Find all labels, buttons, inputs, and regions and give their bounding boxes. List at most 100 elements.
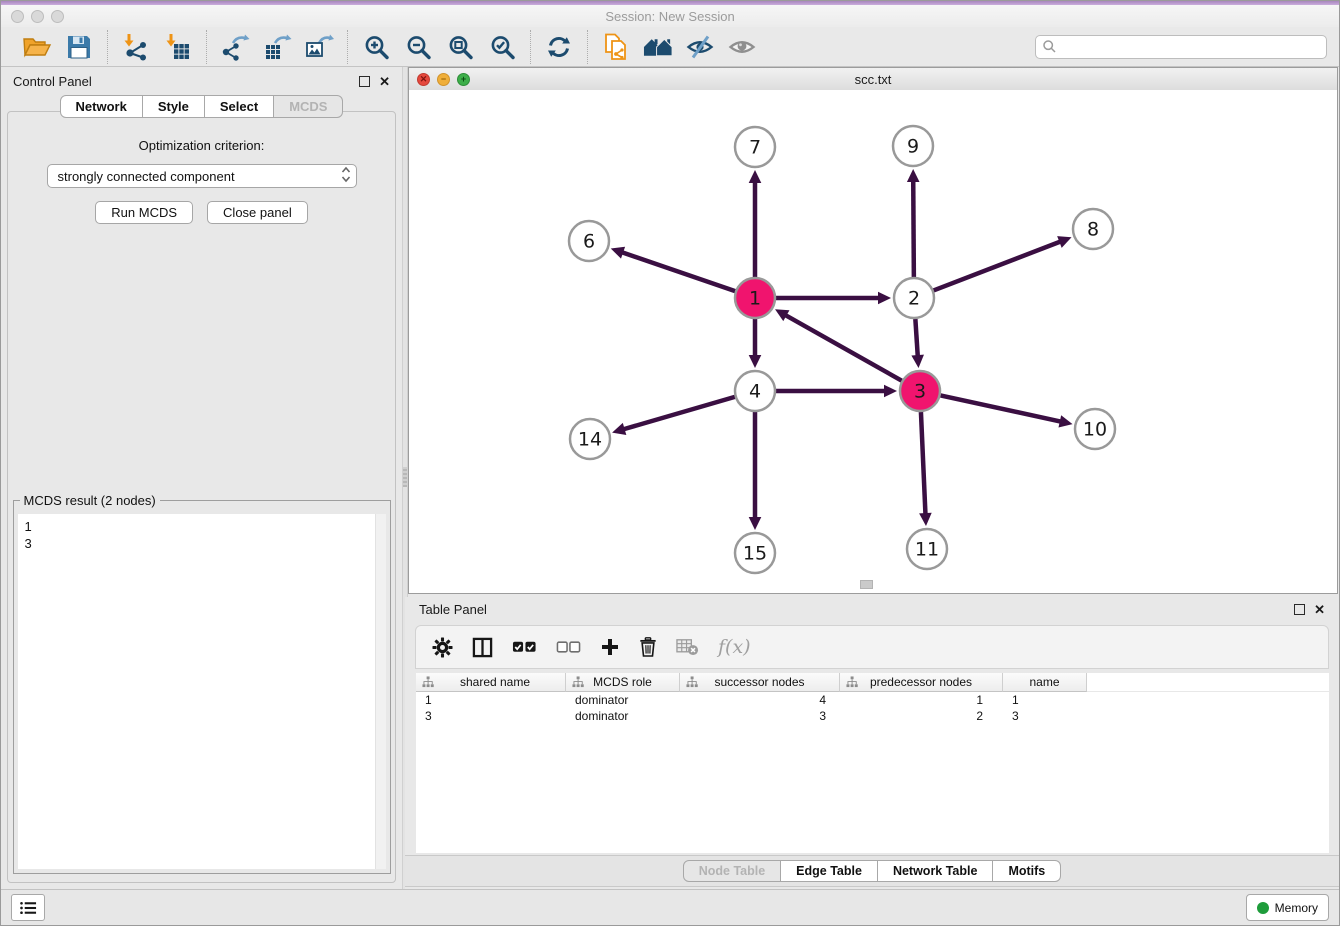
tab-network-table[interactable]: Network Table bbox=[878, 860, 994, 882]
cell-shared-name[interactable]: 1 bbox=[416, 693, 566, 707]
canvas-resize-handle[interactable] bbox=[860, 580, 873, 589]
table-settings-gear-icon[interactable] bbox=[432, 637, 453, 658]
cell-name[interactable]: 1 bbox=[1003, 693, 1087, 707]
export-network-icon[interactable] bbox=[218, 31, 252, 63]
optimization-criterion-label: Optimization criterion: bbox=[139, 138, 265, 153]
tab-style[interactable]: Style bbox=[143, 95, 205, 118]
criterion-select[interactable]: strongly connected component bbox=[47, 164, 357, 188]
cell-name[interactable]: 3 bbox=[1003, 709, 1087, 723]
graph-edge-arrowhead bbox=[884, 385, 897, 398]
memory-button[interactable]: Memory bbox=[1246, 894, 1329, 921]
search-input[interactable] bbox=[1061, 39, 1320, 55]
import-network-icon[interactable] bbox=[119, 31, 153, 63]
network-graph[interactable]: 7968124314101511 bbox=[409, 90, 1337, 593]
new-network-from-selection-icon[interactable] bbox=[599, 31, 633, 63]
graph-edge-1-6[interactable] bbox=[621, 252, 735, 291]
network-minimize-button[interactable]: − bbox=[437, 73, 450, 86]
column-header-successor-nodes[interactable]: successor nodes bbox=[680, 673, 840, 692]
zoom-window-button[interactable] bbox=[51, 10, 64, 23]
graph-edge-3-1[interactable] bbox=[785, 315, 902, 381]
show-all-eye-icon[interactable] bbox=[725, 31, 759, 63]
function-builder-fx-icon[interactable]: f(x) bbox=[718, 636, 751, 658]
close-panel-button[interactable]: Close panel bbox=[207, 201, 308, 224]
splitter-handle[interactable] bbox=[403, 467, 407, 487]
graph-edge-arrowhead bbox=[919, 513, 932, 526]
export-image-icon[interactable] bbox=[302, 31, 336, 63]
graph-edge-2-3[interactable] bbox=[915, 319, 917, 357]
column-header-name[interactable]: name bbox=[1003, 673, 1087, 692]
graph-edge-4-14[interactable] bbox=[623, 397, 735, 430]
control-panel-title: Control Panel bbox=[13, 74, 92, 89]
deselect-all-rows-icon[interactable] bbox=[556, 640, 581, 654]
tab-motifs[interactable]: Motifs bbox=[993, 860, 1061, 882]
app-titlebar: Session: New Session bbox=[1, 5, 1339, 27]
control-panel-tabs: Network Style Select MCDS bbox=[1, 95, 402, 118]
graph-edge-arrowhead bbox=[749, 355, 762, 368]
column-header-mcds-role[interactable]: MCDS role bbox=[566, 673, 680, 692]
graph-node-label-9: 9 bbox=[907, 136, 919, 158]
toolbar-group-refresh bbox=[530, 30, 587, 64]
tab-node-table[interactable]: Node Table bbox=[683, 860, 781, 882]
graph-node-label-10: 10 bbox=[1083, 419, 1107, 441]
graph-edge-2-8[interactable] bbox=[934, 241, 1062, 290]
cell-mcds-role[interactable]: dominator bbox=[566, 709, 680, 723]
zoom-selected-icon[interactable] bbox=[485, 31, 519, 63]
cell-successor-nodes[interactable]: 3 bbox=[680, 709, 840, 723]
memory-label: Memory bbox=[1275, 901, 1318, 915]
list-icon bbox=[20, 901, 37, 915]
first-neighbors-icon[interactable] bbox=[641, 31, 675, 63]
graph-edge-3-10[interactable] bbox=[941, 395, 1062, 421]
export-table-icon[interactable] bbox=[260, 31, 294, 63]
task-history-button[interactable] bbox=[11, 894, 45, 921]
close-panel-icon[interactable]: ✕ bbox=[379, 75, 390, 88]
result-line: 1 bbox=[25, 518, 386, 535]
close-table-panel-icon[interactable]: ✕ bbox=[1314, 603, 1325, 616]
shared-attribute-icon bbox=[846, 676, 858, 691]
zoom-fit-icon[interactable] bbox=[443, 31, 477, 63]
run-mcds-button[interactable]: Run MCDS bbox=[95, 201, 193, 224]
mcds-result-title: MCDS result (2 nodes) bbox=[20, 493, 160, 508]
import-table-icon[interactable] bbox=[161, 31, 195, 63]
graph-edge-2-9[interactable] bbox=[913, 180, 914, 277]
tab-network[interactable]: Network bbox=[60, 95, 143, 118]
delete-column-trash-icon[interactable] bbox=[639, 636, 657, 658]
table-row[interactable]: 3 dominator 3 2 3 bbox=[416, 708, 1329, 724]
cell-mcds-role[interactable]: dominator bbox=[566, 693, 680, 707]
cell-shared-name[interactable]: 3 bbox=[416, 709, 566, 723]
minimize-window-button[interactable] bbox=[31, 10, 44, 23]
select-all-rows-icon[interactable] bbox=[512, 640, 537, 654]
save-session-icon[interactable] bbox=[62, 31, 96, 63]
zoom-out-icon[interactable] bbox=[401, 31, 435, 63]
network-maximize-button[interactable]: + bbox=[457, 73, 470, 86]
graph-edge-arrowhead bbox=[749, 170, 762, 183]
graph-edge-arrowhead bbox=[911, 355, 924, 368]
cell-predecessor-nodes[interactable]: 1 bbox=[840, 693, 1003, 707]
network-close-button[interactable]: ✕ bbox=[417, 73, 430, 86]
column-header-shared-name[interactable]: shared name bbox=[416, 673, 566, 692]
graph-node-label-7: 7 bbox=[749, 137, 761, 159]
graph-edge-arrowhead bbox=[611, 247, 625, 259]
cell-predecessor-nodes[interactable]: 2 bbox=[840, 709, 1003, 723]
close-window-button[interactable] bbox=[11, 10, 24, 23]
tab-mcds[interactable]: MCDS bbox=[274, 95, 343, 118]
cell-successor-nodes[interactable]: 4 bbox=[680, 693, 840, 707]
open-session-icon[interactable] bbox=[20, 31, 54, 63]
hide-selected-eye-icon[interactable] bbox=[683, 31, 717, 63]
network-canvas[interactable]: 7968124314101511 bbox=[409, 90, 1337, 593]
graph-edge-3-11[interactable] bbox=[921, 412, 926, 515]
float-table-panel-icon[interactable] bbox=[1294, 604, 1305, 615]
graph-node-label-3: 3 bbox=[914, 381, 926, 403]
table-row[interactable]: 1 dominator 4 1 1 bbox=[416, 692, 1329, 708]
status-bar: Memory bbox=[1, 889, 1339, 925]
tab-edge-table[interactable]: Edge Table bbox=[781, 860, 878, 882]
column-header-predecessor-nodes[interactable]: predecessor nodes bbox=[840, 673, 1003, 692]
refresh-icon[interactable] bbox=[542, 31, 576, 63]
add-column-icon[interactable] bbox=[600, 637, 620, 657]
mcds-result-textarea[interactable]: 1 3 bbox=[18, 514, 386, 869]
result-scrollbar[interactable] bbox=[375, 514, 386, 869]
delete-table-icon[interactable] bbox=[676, 637, 699, 657]
column-visibility-icon[interactable] bbox=[472, 637, 493, 658]
tab-select[interactable]: Select bbox=[205, 95, 274, 118]
zoom-in-icon[interactable] bbox=[359, 31, 393, 63]
float-panel-icon[interactable] bbox=[359, 76, 370, 87]
